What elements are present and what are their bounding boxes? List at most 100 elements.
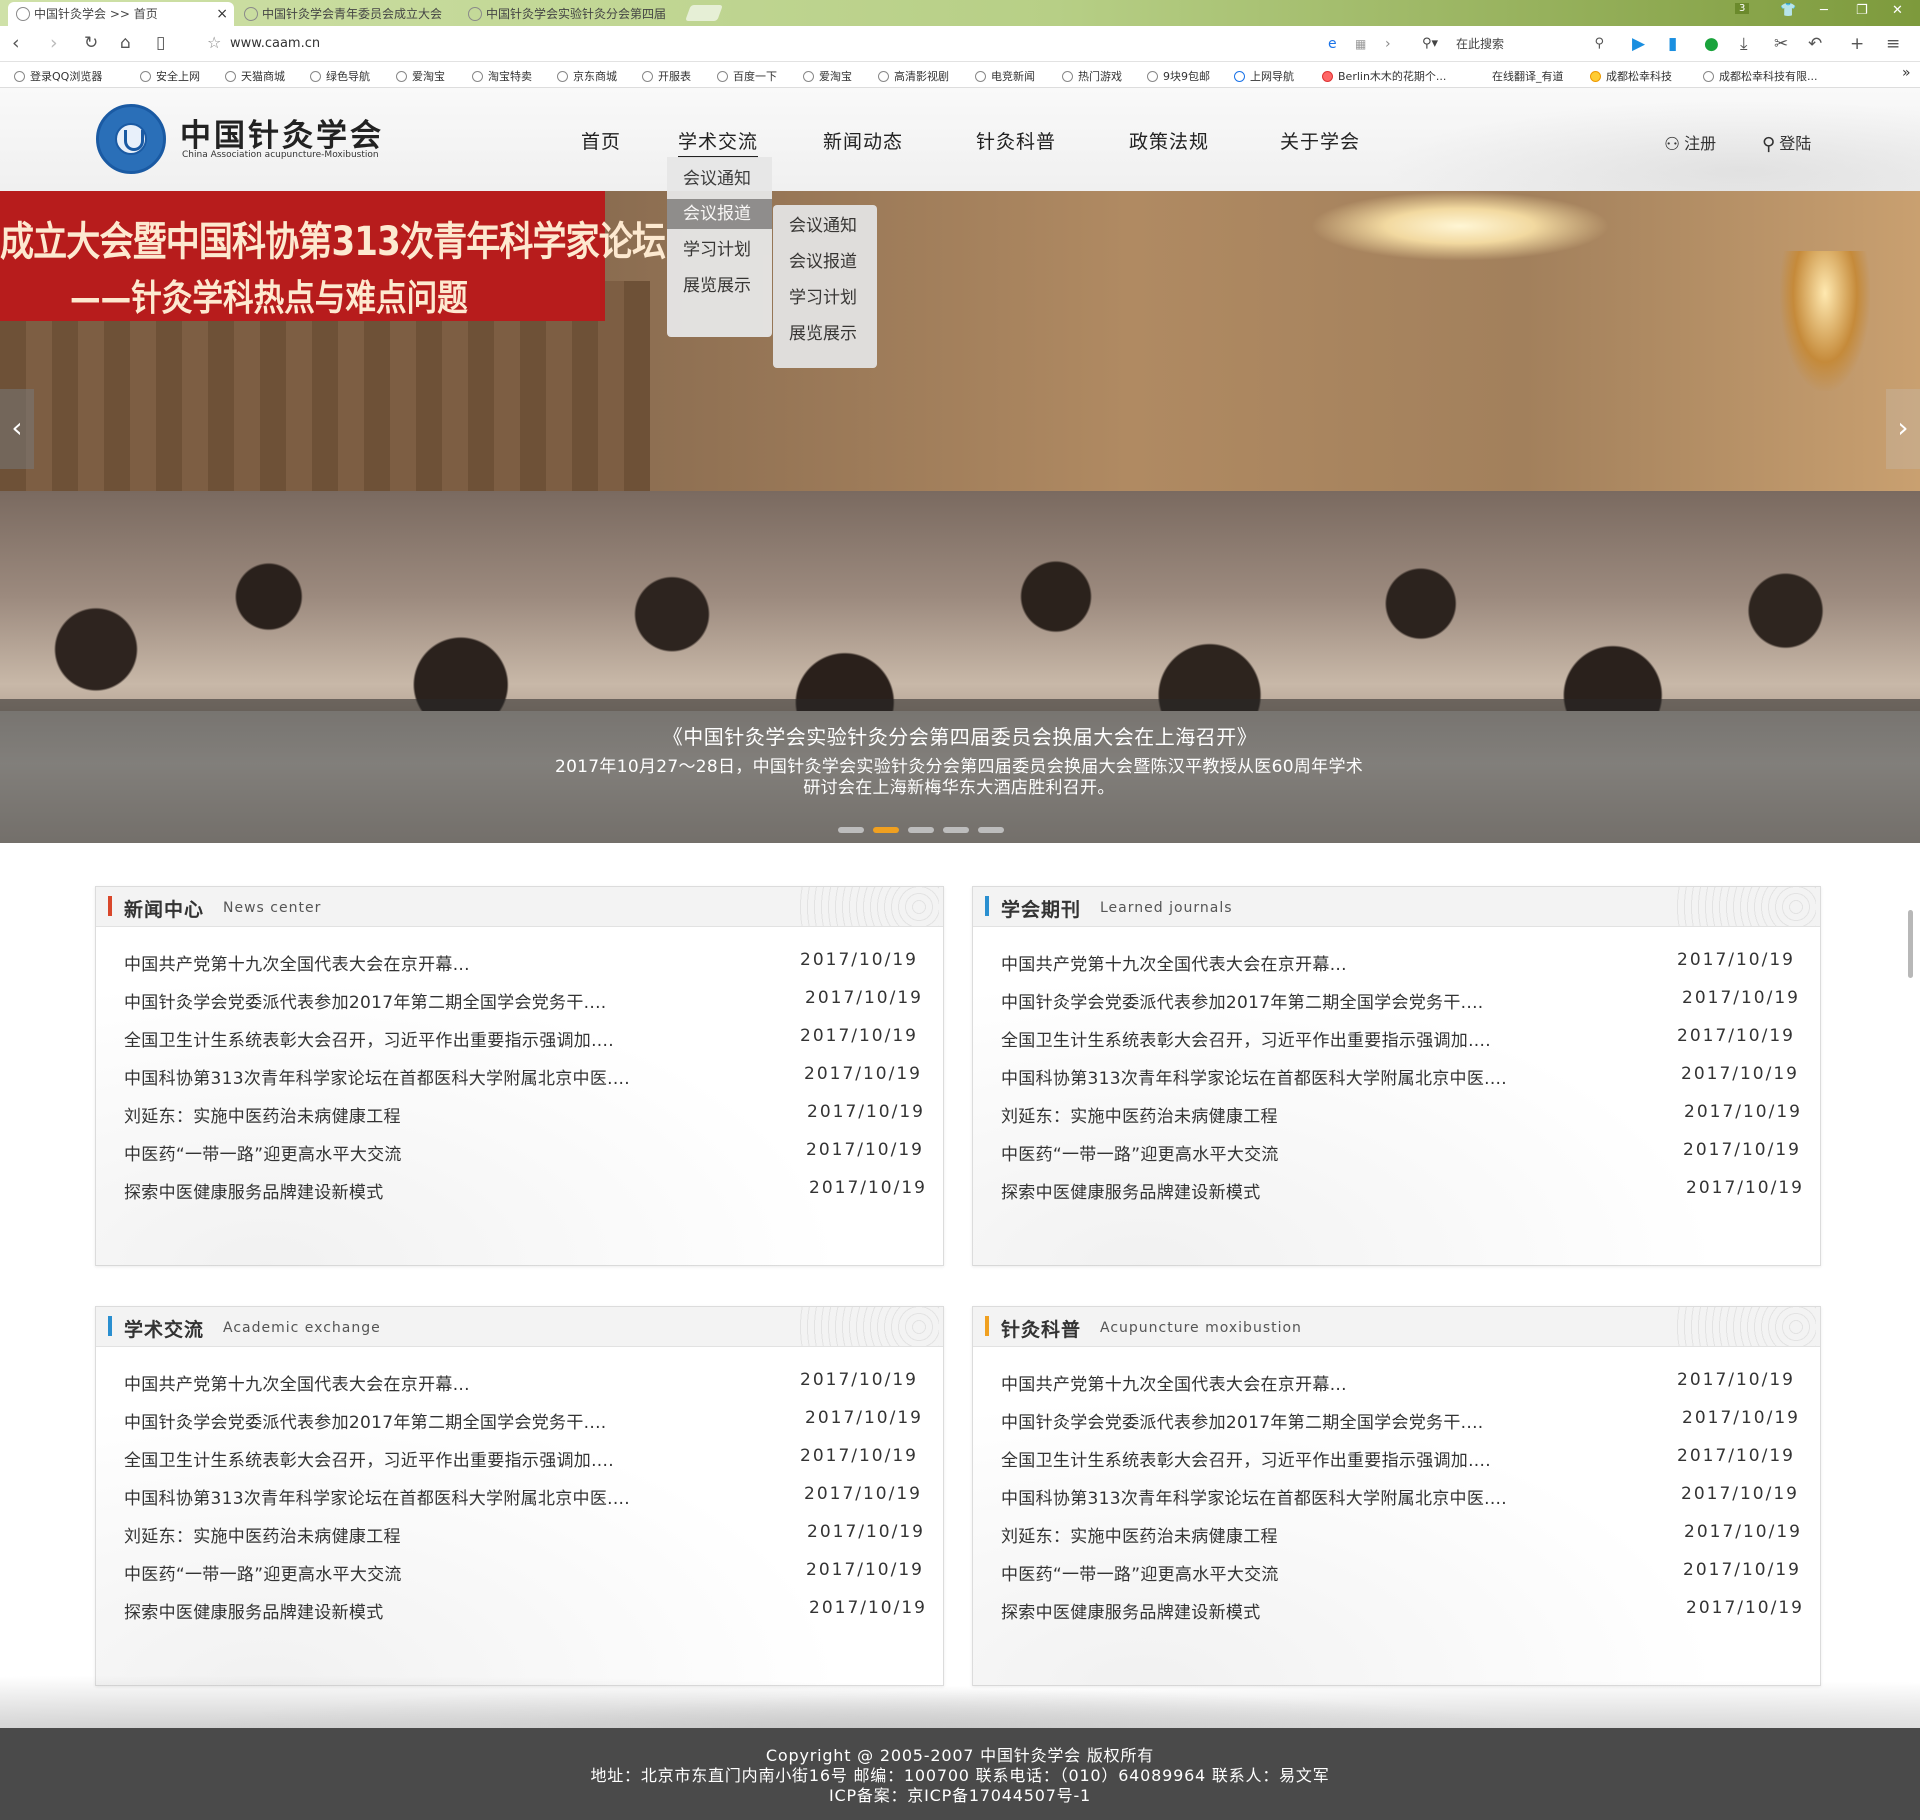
list-item[interactable]: 全国卫生计生系统表彰大会召开，习近平作出重要指示强调加.... 2017/10/1…: [124, 1442, 919, 1472]
scissors-icon[interactable]: ✂: [1774, 34, 1788, 54]
carousel-next-button[interactable]: ›: [1886, 389, 1920, 469]
carousel-dot[interactable]: [908, 827, 934, 833]
bookmark-item[interactable]: 爱淘宝: [803, 68, 852, 84]
list-item[interactable]: 中国科协第313次青年科学家论坛在首都医科大学附属北京中医.... 2017/10…: [124, 1480, 920, 1510]
carousel-prev-button[interactable]: ‹: [0, 389, 34, 469]
list-item[interactable]: 全国卫生计生系统表彰大会召开，习近平作出重要指示强调加.... 2017/10/1…: [124, 1022, 919, 1052]
bookmark-item[interactable]: 淘宝特卖: [472, 68, 532, 84]
star-icon[interactable]: ☆: [207, 33, 221, 52]
list-item[interactable]: 中国针灸学会党委派代表参加2017年第二期全国学会党务干.... 2017/10/…: [1001, 1404, 1798, 1434]
close-icon[interactable]: ×: [216, 2, 228, 26]
close-window-icon[interactable]: ✕: [1892, 3, 1903, 18]
bookmark-item[interactable]: 天猫商城: [225, 68, 285, 84]
list-item[interactable]: 中医药“一带一路”迎更高水平大交流 2017/10/19: [1001, 1556, 1799, 1586]
bookmark-item[interactable]: 上网导航: [1234, 68, 1294, 84]
list-item[interactable]: 探索中医健康服务品牌建设新模式 2017/10/19: [1001, 1174, 1802, 1204]
list-item[interactable]: 全国卫生计生系统表彰大会召开，习近平作出重要指示强调加.... 2017/10/1…: [1001, 1022, 1796, 1052]
list-item[interactable]: 中医药“一带一路”迎更高水平大交流 2017/10/19: [124, 1556, 922, 1586]
forward-icon[interactable]: ›: [50, 32, 58, 54]
reload-icon[interactable]: ↻: [84, 32, 98, 54]
dropdown-item[interactable]: 会议通知: [667, 164, 772, 194]
carousel-dot[interactable]: [978, 827, 1004, 833]
list-item[interactable]: 中国针灸学会党委派代表参加2017年第二期全国学会党务干.... 2017/10/…: [124, 1404, 921, 1434]
more-bookmarks-icon[interactable]: »: [1902, 65, 1911, 81]
bookmark-item[interactable]: 京东商城: [557, 68, 617, 84]
browser-tab-3[interactable]: 中国针灸学会实验针灸分会第四届: [460, 2, 674, 26]
list-item[interactable]: 中国共产党第十九次全国代表大会在京开幕... 2017/10/19: [1001, 946, 1796, 976]
icp-record[interactable]: ICP备案：京ICP备17044507号-1: [0, 1782, 1920, 1806]
bookmark-item[interactable]: 热门游戏: [1062, 68, 1122, 84]
dropdown-item[interactable]: 展览展示: [667, 271, 772, 301]
list-item[interactable]: 中国针灸学会党委派代表参加2017年第二期全国学会党务干.... 2017/10/…: [124, 984, 921, 1014]
back-icon[interactable]: ‹: [12, 32, 20, 54]
bookmark-item[interactable]: 百度一下: [717, 68, 777, 84]
bookmark-item[interactable]: 爱淘宝: [396, 68, 445, 84]
browser-tab-home[interactable]: 中国针灸学会 >> 首页 ×: [8, 2, 234, 26]
register-link[interactable]: ⚇ 注册: [1664, 130, 1716, 155]
nav-policy[interactable]: 政策法规: [1129, 127, 1209, 154]
chevron-right-icon[interactable]: ›: [1385, 34, 1391, 54]
bookmark-item[interactable]: 电竞新闻: [975, 68, 1035, 84]
bookmark-item[interactable]: 登录QQ浏览器: [14, 68, 102, 84]
download-icon[interactable]: ⤓: [1740, 34, 1748, 54]
carousel-dot[interactable]: [943, 827, 969, 833]
list-item[interactable]: 探索中医健康服务品牌建设新模式 2017/10/19: [124, 1174, 925, 1204]
submenu-item[interactable]: 学习计划: [773, 283, 877, 313]
submenu-item[interactable]: 会议报道: [773, 247, 877, 277]
panel-title[interactable]: 针灸科普: [1001, 1315, 1081, 1342]
list-item[interactable]: 中国科协第313次青年科学家论坛在首都医科大学附属北京中医.... 2017/10…: [1001, 1480, 1797, 1510]
logo-title[interactable]: 中国针灸学会: [180, 110, 384, 155]
nav-news[interactable]: 新闻动态: [823, 127, 903, 154]
list-item[interactable]: 中国针灸学会党委派代表参加2017年第二期全国学会党务干.... 2017/10/…: [1001, 984, 1798, 1014]
list-item[interactable]: 中医药“一带一路”迎更高水平大交流 2017/10/19: [1001, 1136, 1799, 1166]
submenu-item[interactable]: 会议通知: [773, 211, 877, 241]
list-item[interactable]: 探索中医健康服务品牌建设新模式 2017/10/19: [124, 1594, 925, 1624]
carousel-dot[interactable]: [838, 827, 864, 833]
magnifier-icon[interactable]: ⚲: [1594, 34, 1604, 54]
home-icon[interactable]: ⌂: [120, 32, 131, 54]
list-item[interactable]: 中国共产党第十九次全国代表大会在京开幕... 2017/10/19: [124, 1366, 919, 1396]
bookmark-item[interactable]: 绿色导航: [310, 68, 370, 84]
nav-science[interactable]: 针灸科普: [976, 127, 1056, 154]
list-item[interactable]: 探索中医健康服务品牌建设新模式 2017/10/19: [1001, 1594, 1802, 1624]
url-field[interactable]: www.caam.cn: [230, 36, 320, 51]
wechat-icon[interactable]: ●: [1704, 34, 1719, 54]
bookmark-item[interactable]: 9块9包邮: [1147, 68, 1210, 84]
list-item[interactable]: 刘延东：实施中医药治未病健康工程 2017/10/19: [1001, 1098, 1800, 1128]
society-emblem-icon[interactable]: [96, 104, 166, 174]
bookmark-item[interactable]: 成都松幸科技有限...: [1703, 68, 1818, 84]
bookmark-item[interactable]: 成都松幸科技: [1590, 68, 1672, 84]
dropdown-item-highlighted[interactable]: 会议报道: [667, 199, 772, 229]
login-link[interactable]: ⚲ 登陆: [1762, 130, 1811, 155]
list-item[interactable]: 中国科协第313次青年科学家论坛在首都医科大学附属北京中医.... 2017/10…: [1001, 1060, 1797, 1090]
reader-icon[interactable]: ▯: [156, 32, 165, 54]
restore-icon[interactable]: ❐: [1856, 3, 1868, 18]
tab-count-badge[interactable]: 3: [1735, 3, 1750, 14]
ie-icon[interactable]: e: [1328, 34, 1337, 54]
list-item[interactable]: 中医药“一带一路”迎更高水平大交流 2017/10/19: [124, 1136, 922, 1166]
carousel-dot-active[interactable]: [873, 827, 899, 833]
plus-icon[interactable]: +: [1850, 34, 1864, 54]
panel-title[interactable]: 新闻中心: [124, 895, 204, 922]
list-item[interactable]: 刘延东：实施中医药治未病健康工程 2017/10/19: [124, 1518, 923, 1548]
panel-title[interactable]: 学会期刊: [1001, 895, 1081, 922]
undo-icon[interactable]: ↶: [1808, 34, 1822, 54]
list-item[interactable]: 中国科协第313次青年科学家论坛在首都医科大学附属北京中医.... 2017/10…: [124, 1060, 920, 1090]
list-item[interactable]: 中国共产党第十九次全国代表大会在京开幕... 2017/10/19: [1001, 1366, 1796, 1396]
panel-title[interactable]: 学术交流: [124, 1315, 204, 1342]
menu-icon[interactable]: ≡: [1886, 34, 1900, 54]
page-scrollbar[interactable]: [1908, 910, 1913, 978]
caption-title[interactable]: 《中国针灸学会实验针灸分会第四届委员会换届大会在上海召开》: [0, 721, 1920, 750]
bookmark-item[interactable]: 安全上网: [140, 68, 200, 84]
bookmark-item[interactable]: 高清影视剧: [878, 68, 949, 84]
qr-icon[interactable]: ▦: [1355, 34, 1366, 54]
browser-tab-2[interactable]: 中国针灸学会青年委员会成立大会: [236, 2, 450, 26]
nav-academic[interactable]: 学术交流: [678, 127, 759, 158]
list-item[interactable]: 刘延东：实施中医药治未病健康工程 2017/10/19: [1001, 1518, 1800, 1548]
bookmark-item[interactable]: Berlin木木的花期个...: [1322, 68, 1446, 84]
bookmark-icon[interactable]: ▮: [1668, 34, 1677, 54]
hero-carousel[interactable]: 成立大会暨中国科协第313次青年科学家论坛 ——针灸学科热点与难点问题 《中国针…: [0, 191, 1920, 843]
nav-home[interactable]: 首页: [581, 127, 621, 154]
bookmark-item[interactable]: 在线翻译_有道: [1476, 68, 1564, 84]
minimize-icon[interactable]: ─: [1820, 3, 1828, 18]
